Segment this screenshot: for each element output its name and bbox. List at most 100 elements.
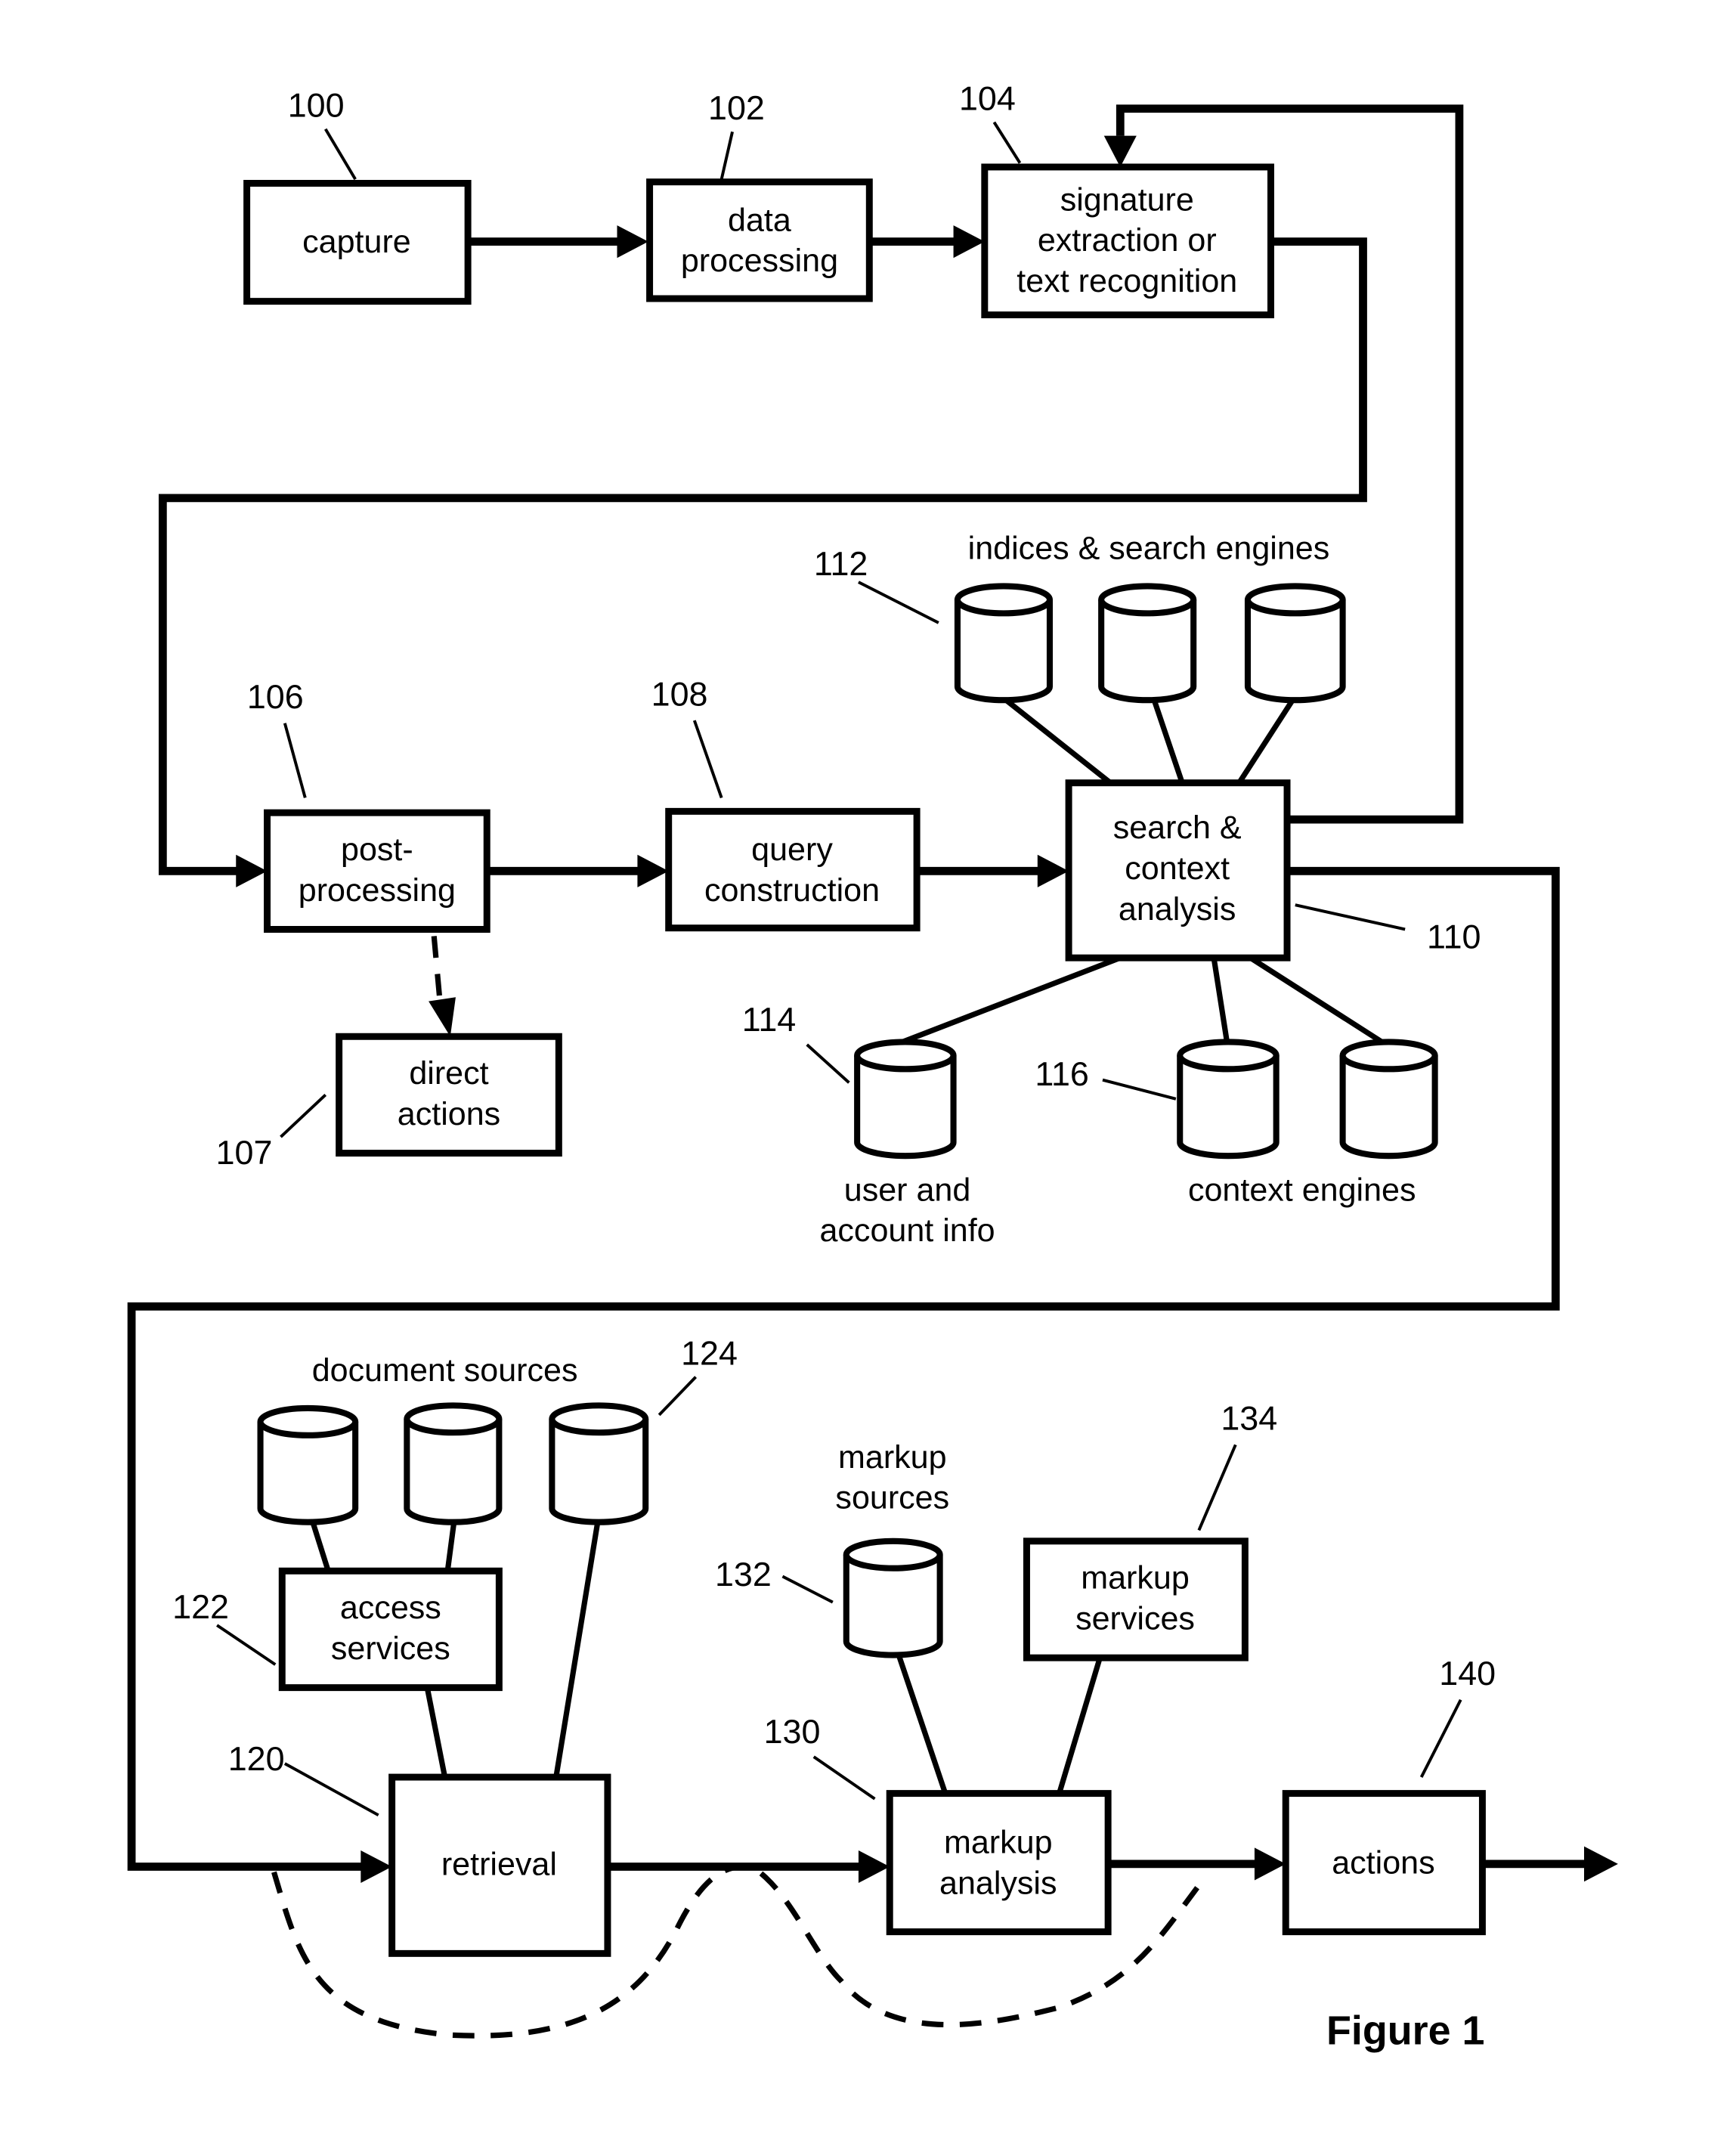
box-label: markup [944, 1825, 1053, 1861]
box-label: post- [341, 831, 413, 868]
caption-indices-search-engines: indices & search engines [968, 531, 1330, 567]
ref-numeral: 116 [1035, 1054, 1089, 1093]
box-label: processing [681, 243, 838, 279]
ref-numeral: 122 [172, 1587, 229, 1626]
leader-line [1102, 1078, 1177, 1101]
connector [1236, 694, 1298, 786]
box-label: construction [704, 872, 880, 909]
box-label: direct [409, 1055, 488, 1092]
box-post-processing: post- processing [264, 809, 490, 933]
ref-numeral: 132 [715, 1555, 772, 1593]
arrowhead [1254, 1847, 1286, 1881]
document-source-cylinder [549, 1402, 649, 1525]
leader-line [283, 723, 307, 798]
leader-line [216, 1624, 277, 1666]
leader-line [812, 1755, 876, 1801]
connector [553, 1519, 601, 1778]
figure-title: Figure 1 [1326, 2008, 1484, 2054]
leader-line [283, 1762, 379, 1817]
markup-source-cylinder [843, 1537, 943, 1658]
connector [1150, 695, 1186, 785]
ref-numeral: 107 [216, 1133, 273, 1172]
box-label: capture [302, 224, 411, 260]
figure-1-diagram: capture data processing signature extrac… [127, 79, 1618, 2054]
box-label: extraction or [1038, 222, 1217, 259]
caption-markup-sources: markup [838, 1439, 947, 1476]
box-label: data [728, 202, 791, 238]
box-search-context-analysis: search & context analysis [1065, 779, 1291, 961]
connector [1057, 1657, 1103, 1794]
leader-line [658, 1376, 698, 1417]
box-signature-extraction: signature extraction or text recognition [981, 163, 1274, 319]
box-actions: actions [1282, 1790, 1486, 1936]
arrowhead [1103, 135, 1137, 167]
box-label: processing [299, 872, 456, 909]
connector [887, 955, 1122, 1050]
document-source-cylinder [257, 1404, 359, 1525]
arrowhead [858, 1850, 890, 1884]
ref-numeral: 120 [228, 1739, 285, 1778]
connector [1211, 957, 1230, 1045]
arrowhead [617, 225, 648, 259]
arrowhead [1584, 1846, 1618, 1882]
reference-numerals: 100 102 104 106 108 110 107 112 114 116 … [172, 79, 1496, 1817]
box-label: signature [1060, 181, 1194, 218]
leader-line [992, 121, 1022, 164]
context-engine-store-cylinder [1339, 1039, 1438, 1160]
ref-numeral: 104 [959, 79, 1016, 118]
box-direct-actions: direct actions [336, 1033, 562, 1157]
connector [1249, 955, 1388, 1048]
ref-numeral: 140 [1439, 1654, 1496, 1692]
leader-line [280, 1093, 327, 1138]
leader-line [858, 581, 939, 624]
box-markup-services: markup services [1023, 1537, 1249, 1661]
arrowhead [361, 1850, 392, 1884]
caption-user-account: account info [819, 1212, 995, 1249]
box-label: search & [1113, 810, 1242, 846]
leader-line [1295, 903, 1406, 931]
box-access-services: access services [278, 1567, 503, 1692]
dashed-post-to-direct-actions [431, 936, 444, 1011]
box-label: actions [1332, 1844, 1434, 1881]
indices-store-cylinder [1244, 583, 1346, 704]
leader-line [781, 1575, 834, 1604]
box-label: services [331, 1630, 450, 1667]
arrowhead [236, 854, 268, 887]
indices-store-cylinder [954, 583, 1054, 704]
ref-numeral: 100 [288, 86, 345, 125]
box-query-construction: query construction [665, 807, 921, 932]
caption-markup-sources: sources [835, 1480, 949, 1516]
connector [424, 1686, 448, 1778]
box-capture: capture [243, 180, 472, 305]
box-label: actions [398, 1096, 500, 1132]
arrowhead [429, 997, 456, 1037]
ref-numeral: 124 [681, 1334, 738, 1373]
leader-line [719, 131, 734, 180]
caption-user-account: user and [844, 1172, 971, 1208]
arrowhead [953, 225, 985, 259]
leader-line [1197, 1444, 1237, 1531]
box-label: access [340, 1590, 441, 1626]
connector [999, 694, 1114, 787]
box-label: text recognition [1017, 263, 1237, 299]
connector [309, 1519, 331, 1572]
box-data-processing: data processing [646, 178, 873, 302]
user-account-store-cylinder [854, 1039, 957, 1160]
ref-numeral: 130 [764, 1712, 821, 1751]
leader-line [323, 128, 357, 181]
ref-numeral: 112 [814, 544, 868, 583]
connector [895, 1651, 948, 1794]
ref-numeral: 110 [1427, 918, 1481, 956]
box-label: markup [1081, 1560, 1190, 1596]
box-label: services [1075, 1600, 1195, 1637]
ref-numeral: 114 [742, 1000, 797, 1039]
leader-line [692, 720, 723, 799]
leader-line [1419, 1698, 1462, 1778]
arrowhead [1037, 854, 1069, 887]
box-label: analysis [939, 1865, 1057, 1901]
connector [444, 1519, 457, 1571]
box-retrieval: retrieval [388, 1773, 611, 1957]
box-label: analysis [1119, 891, 1236, 927]
box-label: context [1125, 850, 1230, 887]
ref-numeral: 106 [247, 677, 304, 716]
